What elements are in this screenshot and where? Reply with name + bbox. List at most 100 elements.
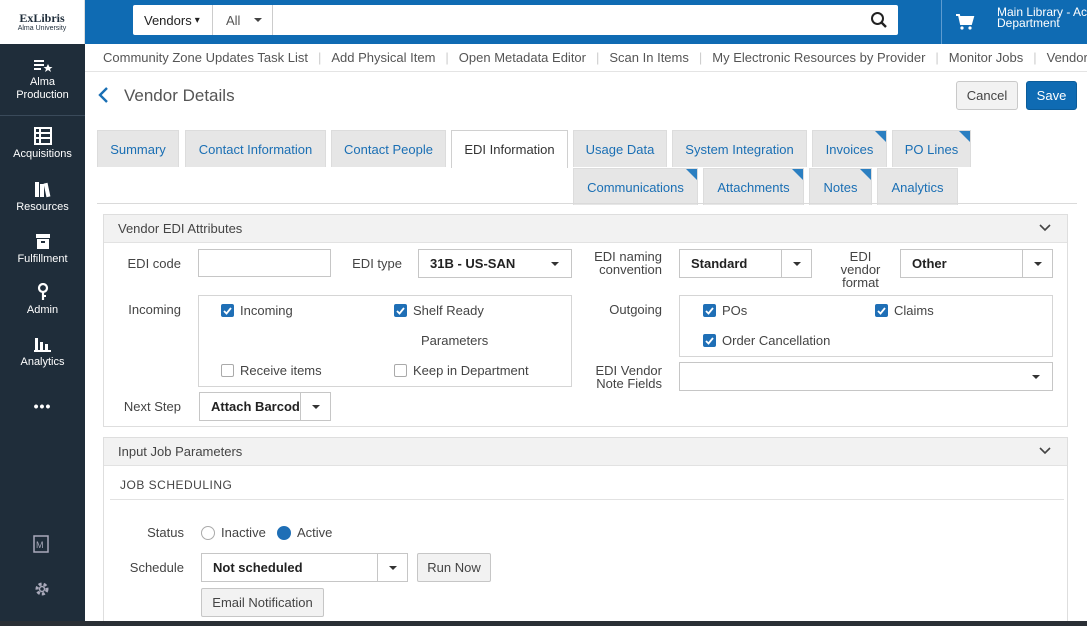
pos-checkbox[interactable]: POs xyxy=(703,303,747,318)
status-active-radio[interactable]: Active xyxy=(277,525,332,540)
link-separator: | xyxy=(698,50,703,65)
next-step-select[interactable]: Attach Barcod xyxy=(199,392,331,421)
nav-admin[interactable]: Admin xyxy=(0,283,85,316)
tab-indicator-icon xyxy=(792,169,803,180)
search-filter-dropdown[interactable]: All xyxy=(214,5,273,35)
shelf-ready-checkbox[interactable]: Shelf Ready xyxy=(394,303,484,318)
dropdown-toggle[interactable] xyxy=(1022,250,1052,277)
incoming-checkbox-label: Incoming xyxy=(240,303,293,318)
nav-resources[interactable]: Resources xyxy=(0,180,85,213)
panel-header[interactable]: Input Job Parameters xyxy=(104,438,1067,466)
next-step-value: Attach Barcod xyxy=(211,399,300,414)
pos-checkbox-label: POs xyxy=(722,303,748,318)
status-inactive-radio[interactable]: Inactive xyxy=(201,525,266,540)
dropdown-toggle[interactable] xyxy=(781,250,811,277)
cart-button[interactable] xyxy=(941,0,987,44)
gear-icon[interactable] xyxy=(33,580,51,598)
edi-code-label: EDI code xyxy=(127,256,181,271)
cancel-button[interactable]: Cancel xyxy=(956,81,1018,110)
link-add-physical-item[interactable]: Add Physical Item xyxy=(331,50,435,65)
keep-in-department-checkbox-label: Keep in Department xyxy=(413,363,529,378)
tab-indicator-icon xyxy=(875,131,886,142)
edi-vendor-format-line3: format xyxy=(842,275,879,290)
tab-contact-information[interactable]: Contact Information xyxy=(185,130,326,167)
save-button[interactable]: Save xyxy=(1026,81,1077,110)
link-monitor-jobs[interactable]: Monitor Jobs xyxy=(949,50,1023,65)
edi-naming-select[interactable]: Standard xyxy=(679,249,812,278)
claims-checkbox[interactable]: Claims xyxy=(875,303,934,318)
dropdown-toggle[interactable] xyxy=(377,554,407,581)
tab-usage-data[interactable]: Usage Data xyxy=(573,130,667,167)
link-scan-in-items[interactable]: Scan In Items xyxy=(609,50,688,65)
nav-acquisitions[interactable]: Acquisitions xyxy=(0,127,85,160)
archive-icon xyxy=(35,234,50,249)
radio-selected-icon xyxy=(277,525,291,540)
incoming-checkbox[interactable]: Incoming xyxy=(221,303,293,318)
tab-attachments[interactable]: Attachments xyxy=(703,168,804,205)
link-my-electronic-resources[interactable]: My Electronic Resources by Provider xyxy=(712,50,925,65)
link-cz-updates[interactable]: Community Zone Updates Task List xyxy=(103,50,308,65)
link-separator: | xyxy=(596,50,600,65)
tab-edi-information[interactable]: EDI Information xyxy=(451,130,568,168)
order-cancellation-checkbox[interactable]: Order Cancellation xyxy=(703,333,830,348)
order-cancellation-checkbox-label: Order Cancellation xyxy=(722,333,831,348)
search-filter-label: All xyxy=(226,12,241,28)
chevron-down-icon xyxy=(311,404,320,409)
checkbox-checked-icon xyxy=(703,304,716,317)
nav-analytics[interactable]: Analytics xyxy=(0,335,85,368)
back-arrow-icon[interactable] xyxy=(97,85,111,105)
location-line-2: Department xyxy=(997,16,1060,30)
tab-summary[interactable]: Summary xyxy=(97,130,179,167)
edi-vendor-format-select[interactable]: Other xyxy=(900,249,1053,278)
tab-contact-people[interactable]: Contact People xyxy=(331,130,446,167)
tab-po-lines[interactable]: PO Lines xyxy=(892,130,971,167)
tab-notes[interactable]: Notes xyxy=(809,168,872,205)
nav-more-button[interactable]: ••• xyxy=(0,398,85,414)
receive-items-checkbox[interactable]: Receive items xyxy=(221,363,322,378)
tab-system-integration[interactable]: System Integration xyxy=(672,130,807,167)
chevron-down-icon[interactable] xyxy=(1039,447,1051,455)
logo[interactable]: ExLibris Alma University xyxy=(0,0,85,44)
section-heading: JOB SCHEDULING xyxy=(120,478,233,492)
tab-notes-label: Notes xyxy=(823,179,858,195)
search-scope-label: Vendors xyxy=(144,12,192,28)
link-open-metadata-editor[interactable]: Open Metadata Editor xyxy=(459,50,586,65)
page-title: Vendor Details xyxy=(124,86,235,105)
claims-checkbox-label: Claims xyxy=(894,303,934,318)
chevron-down-icon xyxy=(1033,261,1042,266)
edi-code-input[interactable] xyxy=(198,249,331,277)
link-vendors[interactable]: Vendors xyxy=(1047,50,1087,65)
keep-in-department-checkbox[interactable]: Keep in Department xyxy=(394,363,529,378)
checkbox-checked-icon xyxy=(394,304,407,317)
nav-fulfillment[interactable]: Fulfillment xyxy=(0,232,85,265)
panel-header[interactable]: Vendor EDI Attributes xyxy=(104,215,1067,243)
nav-alma-production[interactable]: Alma Production xyxy=(0,57,85,102)
current-location[interactable]: Main Library - Ac Department xyxy=(997,6,1087,30)
link-separator: | xyxy=(445,50,449,65)
tab-attachments-label: Attachments xyxy=(717,179,790,195)
search-icon[interactable] xyxy=(870,11,888,29)
edi-vendor-note-fields-select[interactable] xyxy=(679,362,1053,391)
receive-items-checkbox-label: Receive items xyxy=(240,363,322,378)
tab-analytics[interactable]: Analytics xyxy=(877,168,958,205)
edi-type-select[interactable]: 31B - US-SAN xyxy=(418,249,572,278)
search-scope-dropdown[interactable]: Vendors ▾ xyxy=(133,5,213,35)
bar-chart-icon xyxy=(33,338,51,352)
tab-invoices[interactable]: Invoices xyxy=(812,130,887,167)
tab-communications[interactable]: Communications xyxy=(573,168,698,205)
email-notification-button[interactable]: Email Notification xyxy=(201,588,324,617)
nav-label-admin: Admin xyxy=(26,304,59,316)
edi-naming-label: EDI naming convention xyxy=(590,250,662,276)
search-input[interactable] xyxy=(274,5,854,35)
schedule-select[interactable]: Not scheduled xyxy=(201,553,408,582)
chevron-down-icon xyxy=(254,18,263,22)
tab-invoices-label: Invoices xyxy=(825,141,874,157)
svg-text:M: M xyxy=(36,540,44,550)
chevron-down-icon[interactable] xyxy=(1039,224,1051,232)
tab-indicator-icon xyxy=(959,131,970,142)
edi-naming-label-line2: convention xyxy=(599,262,662,277)
dropdown-toggle[interactable] xyxy=(300,393,330,420)
metadata-editor-icon[interactable]: M xyxy=(32,535,52,553)
run-now-button[interactable]: Run Now xyxy=(417,553,491,582)
checkbox-unchecked-icon xyxy=(221,364,234,377)
